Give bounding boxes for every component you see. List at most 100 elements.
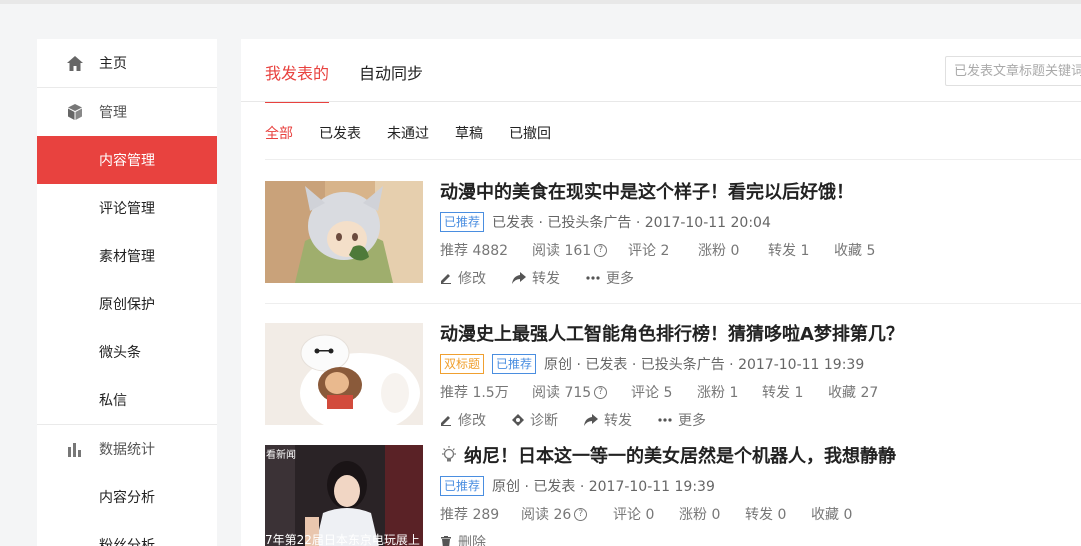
sidebar-item-private-msg[interactable]: 私信 [37,376,217,424]
article-status-text: 原创 · 已发表 · 2017-10-11 19:39 [492,479,715,495]
more-button[interactable]: 更多 [658,410,706,430]
stat-fans: 涨粉 1 [697,385,739,401]
help-icon[interactable]: ? [594,385,608,399]
stat-comment: 评论 5 [631,385,673,401]
article-stats: 推荐 4882 阅读 161? 评论 2 涨粉 0 转发 1 收藏 5 [440,239,1080,261]
diagnose-button[interactable]: 诊断 [512,410,558,430]
edit-button[interactable]: 修改 [440,410,486,430]
stat-fans: 涨粉 0 [698,243,740,259]
filter-withdrawn[interactable]: 已撤回 [509,123,551,143]
stat-read: 阅读 715 [532,385,592,401]
article-title[interactable]: 动漫中的美食在现实中是这个样子！看完以后好饿！ [440,181,1080,205]
diagnose-label: 诊断 [530,413,558,429]
tab-my-published[interactable]: 我发表的 [265,39,330,103]
filter-rejected[interactable]: 未通过 [387,123,429,143]
article-meta: 已推荐 原创 · 已发表 · 2017-10-11 19:39 [440,475,1080,497]
stat-forward: 转发 0 [745,507,787,523]
bar-chart-icon [66,440,84,458]
tab-auto-sync[interactable]: 自动同步 [359,39,423,103]
filter-all[interactable]: 全部 [265,123,293,143]
article-stats: 推荐 289 阅读 26? 评论 0 涨粉 0 转发 0 收藏 0 [440,503,1080,525]
sidebar: 主页 管理 内容管理 评论管理 素材管理 原创保护 微头条 私信 数据统计 内容… [37,39,217,546]
sidebar-group-label: 管理 [99,105,127,121]
article-actions: 修改 诊断 转发 更多 [440,409,1080,431]
thumbnail-overlay-bottom: 7年第22届日本东京电玩展上 [265,533,420,546]
stat-comment: 评论 0 [613,507,655,523]
recommended-badge: 已推荐 [440,476,485,496]
sidebar-item-fans-analysis[interactable]: 粉丝分析 [37,521,217,546]
status-filter-bar: 全部 已发表 未通过 草稿 已撤回 [265,121,577,145]
sidebar-item-original-protect[interactable]: 原创保护 [37,280,217,328]
sidebar-item-label: 素材管理 [99,249,155,265]
forward-label: 转发 [532,271,560,287]
article-title[interactable]: 纳尼！日本这一等一的美女居然是个机器人，我想静静 [464,446,896,467]
stat-recommend: 推荐 4882 [440,243,509,259]
search-input[interactable] [945,56,1081,86]
delete-label: 删除 [458,535,486,546]
stat-collect: 收藏 5 [834,243,876,259]
article-status-text: 已发表 · 已投头条广告 · 2017-10-11 20:04 [492,215,771,231]
forward-label: 转发 [604,413,632,429]
filter-draft[interactable]: 草稿 [455,123,483,143]
sidebar-item-label: 私信 [99,393,127,409]
lightbulb-icon [440,446,458,464]
stat-read-wrap: 阅读 26? [521,504,613,524]
double-title-badge: 双标题 [440,354,485,374]
forward-button[interactable]: 转发 [584,410,632,430]
sidebar-item-label: 内容管理 [99,153,155,169]
sidebar-item-comment-manage[interactable]: 评论管理 [37,184,217,232]
filter-published[interactable]: 已发表 [319,123,361,143]
delete-button[interactable]: 删除 [440,532,486,546]
sidebar-item-label: 内容分析 [99,490,155,506]
article-title[interactable]: 动漫史上最强人工智能角色排行榜！猜猜哆啦A梦排第几？ [440,323,1080,347]
sidebar-item-content-analysis[interactable]: 内容分析 [37,473,217,521]
sidebar-group-data-stats[interactable]: 数据统计 [37,425,217,473]
stat-read: 阅读 161 [532,243,592,259]
sidebar-item-material-manage[interactable]: 素材管理 [37,232,217,280]
stat-forward: 转发 1 [768,243,810,259]
edit-button[interactable]: 修改 [440,268,486,288]
sidebar-item-label: 微头条 [99,345,141,361]
more-button[interactable]: 更多 [586,268,634,288]
more-dots-icon [658,418,672,422]
edit-label: 修改 [458,413,486,429]
stat-comment: 评论 2 [628,243,670,259]
article-meta: 已推荐 已发表 · 已投头条广告 · 2017-10-11 20:04 [440,211,1080,233]
more-dots-icon [586,276,600,280]
stat-collect: 收藏 0 [811,507,853,523]
share-arrow-icon [584,414,598,426]
sidebar-item-label: 粉丝分析 [99,538,155,546]
top-border [0,0,1081,4]
sidebar-item-content-manage[interactable]: 内容管理 [37,136,217,184]
sidebar-item-label: 原创保护 [99,297,155,313]
stat-collect: 收藏 27 [828,385,879,401]
sidebar-group-manage[interactable]: 管理 [37,88,217,136]
pencil-icon [440,414,452,426]
main-panel: 我发表的 自动同步 全部 已发表 未通过 草稿 已撤回 [241,39,1081,546]
article-actions: 删除 [440,531,1080,546]
article-status-text: 原创 · 已发表 · 已投头条广告 · 2017-10-11 19:39 [544,357,865,373]
recommended-badge: 已推荐 [440,212,485,232]
sidebar-item-home[interactable]: 主页 [37,39,217,87]
thumbnail-overlay-top: 看新闻 [266,450,296,461]
article-thumbnail[interactable] [265,323,423,425]
article-thumbnail[interactable]: 看新闻 7年第22届日本东京电玩展上 [265,445,423,546]
stat-recommend: 推荐 1.5万 [440,385,509,401]
tab-bar: 我发表的 自动同步 [265,39,453,103]
more-label: 更多 [678,413,706,429]
diagnose-icon [512,414,524,426]
stat-read-wrap: 阅读 715? [532,382,631,402]
help-icon[interactable]: ? [594,243,608,257]
stat-read: 阅读 26 [521,507,572,523]
more-label: 更多 [606,271,634,287]
stat-read-wrap: 阅读 161? [532,240,628,260]
sidebar-item-label: 评论管理 [99,201,155,217]
sidebar-item-label: 主页 [99,56,127,72]
article-actions: 修改 转发 更多 [440,267,1080,289]
article-thumbnail[interactable] [265,181,423,283]
help-icon[interactable]: ? [574,507,588,521]
forward-button[interactable]: 转发 [512,268,560,288]
share-arrow-icon [512,272,526,284]
cube-icon [66,103,84,121]
sidebar-item-weitoutiao[interactable]: 微头条 [37,328,217,376]
